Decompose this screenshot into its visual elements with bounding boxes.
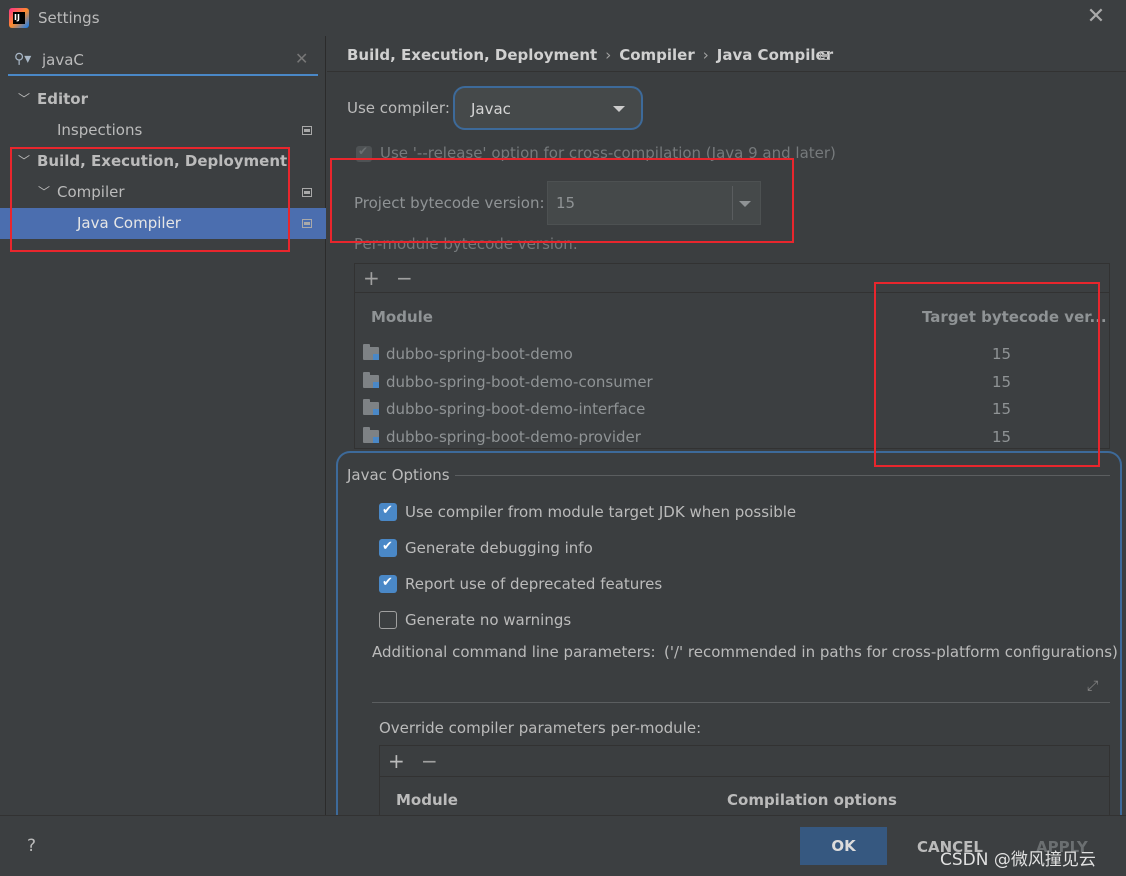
search-box[interactable]: ⚲▾ ✕	[8, 46, 318, 76]
ok-button[interactable]: OK	[800, 827, 887, 865]
module-folder-icon	[363, 344, 379, 360]
sidebar-item-editor[interactable]: ﹀ Editor	[0, 84, 326, 115]
module-folder-icon	[363, 372, 379, 388]
deprecated-features-label: Report use of deprecated features	[405, 575, 663, 593]
breadcrumb-separator: ›	[605, 46, 612, 64]
use-module-jdk-label: Use compiler from module target JDK when…	[405, 503, 797, 521]
breadcrumb-item[interactable]: Compiler	[619, 46, 695, 64]
search-input[interactable]	[42, 50, 282, 70]
additional-params-label: Additional command line parameters:	[372, 643, 656, 661]
close-button[interactable]: ✕	[1085, 5, 1107, 29]
use-module-jdk-checkbox[interactable]	[379, 503, 397, 521]
search-icon[interactable]: ⚲▾	[14, 51, 31, 67]
column-header-module[interactable]: Module	[371, 308, 433, 326]
dropdown-arrow-icon	[613, 106, 625, 112]
annotation-box-bytecode	[330, 158, 794, 243]
module-name: dubbo-spring-boot-demo-provider	[386, 428, 641, 446]
module-name: dubbo-spring-boot-demo-interface	[386, 400, 646, 418]
breadcrumb-separator: ›	[702, 46, 709, 64]
project-settings-icon	[302, 188, 312, 197]
annotation-box-target-version	[874, 282, 1100, 467]
javac-options-title: Javac Options	[347, 466, 450, 484]
remove-icon[interactable]: −	[421, 751, 438, 771]
breadcrumb-item: Java Compiler	[716, 46, 834, 64]
app-logo-icon: IJ	[9, 8, 29, 28]
project-settings-icon	[820, 51, 830, 60]
override-params-label: Override compiler parameters per-module:	[379, 719, 702, 737]
no-warnings-checkbox[interactable]	[379, 611, 397, 629]
additional-params-hint: ('/' recommended in paths for cross-plat…	[664, 643, 1118, 661]
no-warnings-label: Generate no warnings	[405, 611, 572, 629]
title-bar	[0, 0, 1126, 36]
module-folder-icon	[363, 427, 379, 443]
additional-params-input[interactable]	[372, 667, 1110, 703]
remove-icon[interactable]: −	[396, 268, 413, 288]
debugging-info-checkbox[interactable]	[379, 539, 397, 557]
add-icon[interactable]: +	[388, 751, 405, 771]
column-header-module[interactable]: Module	[396, 791, 458, 809]
module-folder-icon	[363, 399, 379, 415]
module-name: dubbo-spring-boot-demo-consumer	[386, 373, 653, 391]
project-settings-icon	[302, 126, 312, 135]
use-compiler-label: Use compiler:	[347, 99, 450, 117]
project-settings-icon	[302, 219, 312, 228]
group-separator	[455, 475, 1110, 476]
watermark: CSDN @微风撞见云	[940, 850, 1096, 870]
column-header-compilation-options[interactable]: Compilation options	[727, 791, 897, 809]
add-icon[interactable]: +	[363, 268, 380, 288]
override-table-toolbar: + −	[379, 745, 1110, 777]
deprecated-features-checkbox[interactable]	[379, 575, 397, 593]
sidebar-item-inspections[interactable]: Inspections	[0, 115, 326, 146]
help-button[interactable]: ?	[27, 836, 36, 856]
module-name: dubbo-spring-boot-demo	[386, 345, 573, 363]
breadcrumb-item[interactable]: Build, Execution, Deployment	[347, 46, 597, 64]
debugging-info-label: Generate debugging info	[405, 539, 593, 557]
expand-icon[interactable]: ⤢	[1087, 678, 1098, 694]
window-title: Settings	[38, 9, 100, 27]
breadcrumb: Build, Execution, Deployment › Compiler › Ja…	[347, 46, 833, 64]
clear-search-icon[interactable]: ✕	[295, 49, 308, 68]
chevron-down-icon: ﹀	[18, 92, 31, 106]
sidebar-item-label: Inspections	[57, 121, 143, 139]
annotation-box-sidebar	[10, 147, 290, 252]
compiler-dropdown-value: Javac	[471, 100, 511, 118]
compiler-dropdown[interactable]: Javac	[453, 86, 643, 130]
sidebar-item-label: Editor	[37, 90, 88, 108]
